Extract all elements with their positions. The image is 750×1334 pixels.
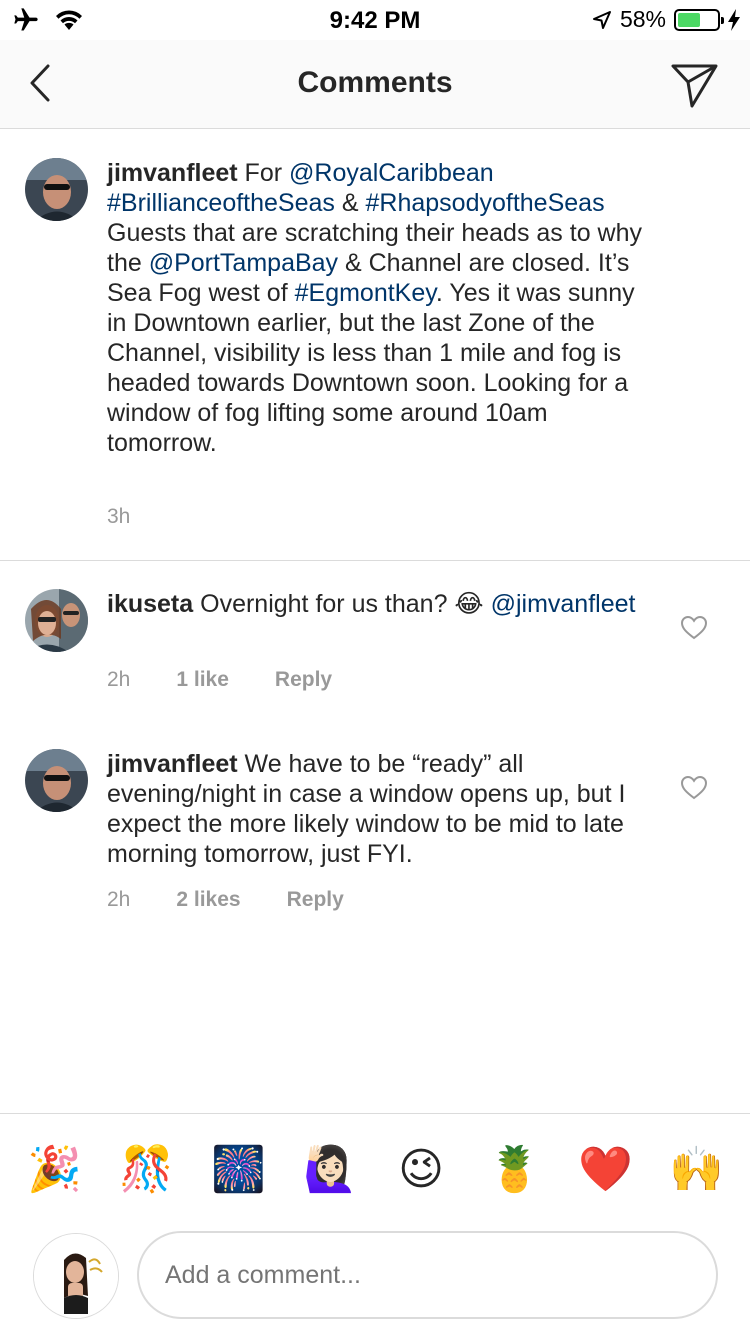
battery-icon: [674, 8, 724, 31]
battery-percent: 58%: [619, 6, 666, 32]
battery-fill: [678, 12, 701, 27]
emoji-winking-face[interactable]: 😉: [395, 1144, 447, 1196]
avatar[interactable]: [25, 158, 88, 221]
avatar-photo: [25, 589, 88, 652]
emoji-bar: 🎉 🎊 🎆 🙋🏻‍♀️ 😉 🍍 ❤️ 🙌: [0, 1113, 750, 1223]
heart-icon[interactable]: [681, 776, 707, 800]
comment-input[interactable]: [137, 1231, 718, 1319]
comment-username[interactable]: jimvanfleet: [107, 159, 238, 187]
comment-text-segment: Overnight for us than? 😂: [193, 590, 491, 618]
like-count[interactable]: 1 like: [176, 668, 229, 692]
comment-time: 3h: [107, 505, 131, 528]
comment-username[interactable]: ikuseta: [107, 590, 193, 618]
mention-link[interactable]: @PortTampaBay: [149, 249, 338, 277]
bitmoji-avatar-icon: [33, 1233, 119, 1319]
emoji-red-heart[interactable]: ❤️: [578, 1144, 633, 1196]
comment-meta: 3h: [107, 505, 130, 529]
comment-content: For @RoyalCaribbean #BrillianceoftheSeas…: [107, 159, 642, 457]
mention-link[interactable]: #EgmontKey: [295, 279, 436, 307]
page-title: Comments: [297, 66, 453, 99]
comment-meta: 2h 1 like Reply: [107, 668, 332, 692]
location-arrow-icon: [592, 10, 611, 29]
heart-icon[interactable]: [681, 616, 707, 640]
divider: [0, 560, 750, 561]
charging-bolt-icon: [728, 8, 740, 31]
comment-content: Overnight for us than? 😂 @jimvanfleet: [193, 590, 635, 618]
comment-time: 2h: [107, 888, 131, 911]
comment-meta: 2h 2 likes Reply: [107, 888, 344, 912]
comment-text: ikuseta Overnight for us than? 😂 @jimvan…: [107, 589, 647, 619]
mention-link[interactable]: @jimvanfleet: [491, 590, 636, 618]
emoji-fireworks[interactable]: 🎆: [211, 1144, 266, 1196]
comment-time: 2h: [107, 668, 131, 691]
status-right: 58%: [592, 6, 740, 33]
mention-link[interactable]: #BrillianceoftheSeas: [107, 189, 335, 217]
reply-button[interactable]: Reply: [287, 888, 344, 912]
paper-plane-icon[interactable]: [670, 60, 720, 110]
comment-username[interactable]: jimvanfleet: [107, 750, 238, 778]
avatar[interactable]: [25, 589, 88, 652]
like-count[interactable]: 2 likes: [176, 888, 240, 912]
emoji-raising-hand[interactable]: 🙋🏻‍♀️: [303, 1144, 358, 1196]
avatar-photo: [25, 749, 88, 812]
emoji-pineapple[interactable]: 🍍: [487, 1144, 542, 1196]
mention-link[interactable]: #RhapsodyoftheSeas: [366, 189, 605, 217]
battery-tip: [721, 16, 724, 24]
comment-text-segment: For: [237, 159, 290, 187]
composer-avatar-art: [34, 1234, 118, 1318]
comment-text: jimvanfleet For @RoyalCaribbean #Brillia…: [107, 158, 647, 458]
comment-text: jimvanfleet We have to be “ready” all ev…: [107, 749, 647, 869]
emoji-raising-hands[interactable]: 🙌: [669, 1144, 724, 1196]
comment-text-segment: &: [334, 189, 366, 217]
avatar[interactable]: [25, 749, 88, 812]
status-bar: 9:42 PM 58%: [0, 0, 750, 40]
emoji-confetti-ball[interactable]: 🎊: [119, 1144, 174, 1196]
nav-bar: Comments: [0, 40, 750, 129]
avatar-photo: [25, 158, 88, 221]
reply-button[interactable]: Reply: [275, 668, 332, 692]
mention-link[interactable]: @RoyalCaribbean: [289, 159, 494, 187]
emoji-party-popper[interactable]: 🎉: [27, 1144, 82, 1196]
